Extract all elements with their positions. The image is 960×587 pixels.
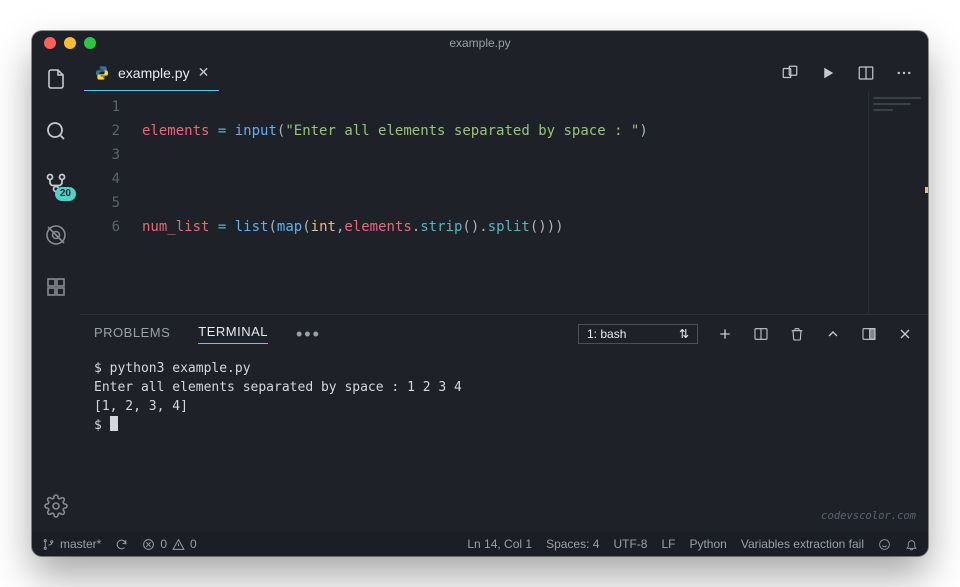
- scm-badge: 20: [55, 187, 76, 201]
- toggle-panel-icon[interactable]: [860, 325, 878, 343]
- editor-area: 1 2 3 4 5 6 elements = input("Enter all …: [80, 91, 928, 314]
- run-icon[interactable]: [818, 63, 838, 83]
- git-branch-status[interactable]: master*: [42, 537, 101, 551]
- eol-status[interactable]: LF: [661, 537, 675, 551]
- vscode-window: example.py 20: [32, 31, 928, 556]
- search-icon[interactable]: [42, 117, 70, 145]
- kill-terminal-icon[interactable]: [788, 325, 806, 343]
- terminal-output[interactable]: $ python3 example.py Enter all elements …: [80, 353, 928, 532]
- terminal-cursor: [110, 416, 118, 431]
- panel: PROBLEMS TERMINAL ••• 1: bash ⇅: [80, 314, 928, 532]
- line-number: 5: [80, 191, 120, 215]
- editor-actions: [780, 63, 928, 83]
- indentation-status[interactable]: Spaces: 4: [546, 537, 599, 551]
- editor-tabs: example.py ✕: [80, 55, 928, 91]
- activity-bar: 20: [32, 55, 80, 532]
- body: 20 example.py ✕: [32, 55, 928, 532]
- python-file-icon: [94, 65, 110, 81]
- debug-icon[interactable]: [42, 221, 70, 249]
- maximize-panel-icon[interactable]: [824, 325, 842, 343]
- terminal-selector-label: 1: bash: [587, 327, 626, 341]
- panel-tab-problems[interactable]: PROBLEMS: [94, 325, 170, 344]
- line-number: 6: [80, 215, 120, 239]
- more-actions-icon[interactable]: [894, 63, 914, 83]
- editor-group: example.py ✕ 1 2 3 4: [80, 55, 928, 532]
- notifications-icon[interactable]: [905, 538, 918, 551]
- cursor-position[interactable]: Ln 14, Col 1: [467, 537, 532, 551]
- tab-close-icon[interactable]: ✕: [198, 64, 210, 81]
- warning-icon: [172, 538, 185, 551]
- status-bar: master* 0 0 Ln 14, Col 1 Spaces: 4 UTF-8…: [32, 532, 928, 556]
- line-number: 4: [80, 167, 120, 191]
- panel-more-icon[interactable]: •••: [296, 324, 321, 345]
- language-mode[interactable]: Python: [689, 537, 726, 551]
- split-editor-icon[interactable]: [856, 63, 876, 83]
- encoding-status[interactable]: UTF-8: [613, 537, 647, 551]
- feedback-icon[interactable]: [878, 538, 891, 551]
- close-panel-icon[interactable]: [896, 325, 914, 343]
- watermark: codevscolor.com: [821, 507, 916, 526]
- warning-count: 0: [190, 537, 197, 551]
- editor-tab-example[interactable]: example.py ✕: [84, 55, 219, 91]
- line-number-gutter: 1 2 3 4 5 6: [80, 95, 136, 314]
- line-number: 1: [80, 95, 120, 119]
- error-count: 0: [160, 537, 167, 551]
- terminal-selector[interactable]: 1: bash ⇅: [578, 324, 698, 344]
- branch-name: master*: [60, 537, 101, 551]
- code-content: elements = input("Enter all elements sep…: [136, 95, 868, 314]
- panel-tabs: PROBLEMS TERMINAL ••• 1: bash ⇅: [80, 315, 928, 353]
- window-title: example.py: [32, 36, 928, 50]
- explorer-icon[interactable]: [42, 65, 70, 93]
- titlebar: example.py: [32, 31, 928, 55]
- code-editor[interactable]: 1 2 3 4 5 6 elements = input("Enter all …: [80, 91, 868, 314]
- compare-changes-icon[interactable]: [780, 63, 800, 83]
- extensions-icon[interactable]: [42, 273, 70, 301]
- status-message[interactable]: Variables extraction fail: [741, 537, 864, 551]
- problems-status[interactable]: 0 0: [142, 537, 196, 551]
- sync-status[interactable]: [115, 538, 128, 551]
- new-terminal-icon[interactable]: [716, 325, 734, 343]
- split-terminal-icon[interactable]: [752, 325, 770, 343]
- dropdown-arrows-icon: ⇅: [679, 327, 689, 341]
- error-icon: [142, 538, 155, 551]
- source-control-icon[interactable]: 20: [42, 169, 70, 197]
- git-branch-icon: [42, 538, 55, 551]
- minimap[interactable]: [868, 91, 928, 314]
- panel-tab-terminal[interactable]: TERMINAL: [198, 324, 268, 344]
- settings-gear-icon[interactable]: [42, 492, 70, 520]
- line-number: 3: [80, 143, 120, 167]
- tab-label: example.py: [118, 65, 190, 81]
- line-number: 2: [80, 119, 120, 143]
- sync-icon: [115, 538, 128, 551]
